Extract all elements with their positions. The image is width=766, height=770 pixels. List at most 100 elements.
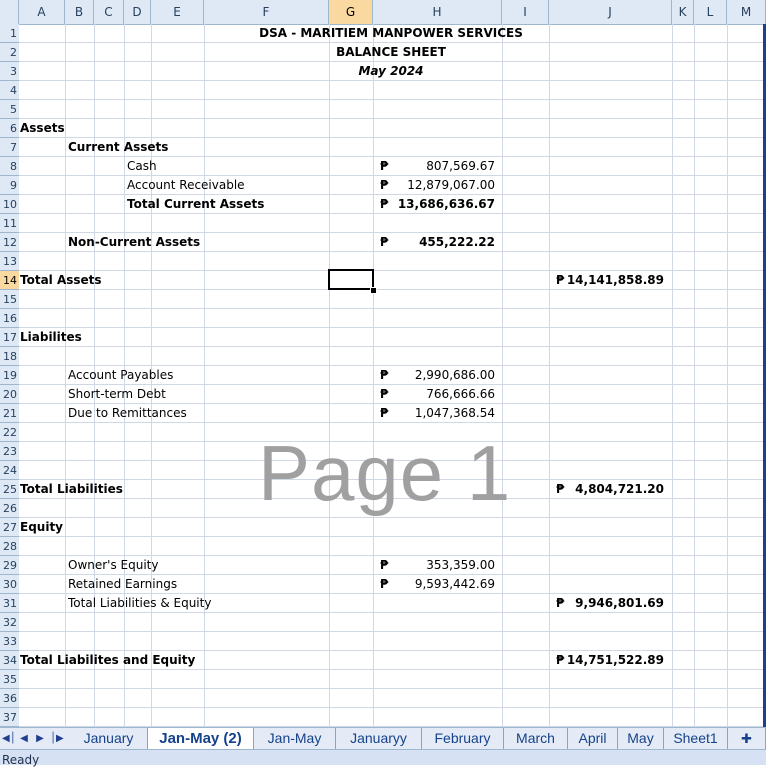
cash-value[interactable]: 807,569.67 [373, 157, 495, 176]
row-header[interactable]: 33 [0, 632, 19, 651]
row-header[interactable]: 25 [0, 480, 19, 499]
next-sheet-icon[interactable]: ▶ [34, 731, 46, 747]
owners-equity-label[interactable]: Owner's Equity [68, 556, 159, 575]
total-assets-label[interactable]: Total Assets [20, 271, 102, 290]
row-header[interactable]: 37 [0, 708, 19, 727]
cash-label[interactable]: Cash [127, 157, 157, 176]
equity-heading[interactable]: Equity [20, 518, 63, 537]
col-header-f[interactable]: F [204, 0, 329, 24]
row-header[interactable]: 28 [0, 537, 19, 556]
grand-total-value[interactable]: 14,751,522.89 [549, 651, 664, 670]
col-header-b[interactable]: B [65, 0, 94, 24]
row-header[interactable]: 22 [0, 423, 19, 442]
col-header-l[interactable]: L [694, 0, 727, 24]
first-sheet-icon[interactable]: ◀│ [2, 731, 16, 747]
col-header-d[interactable]: D [124, 0, 151, 24]
col-header-k[interactable]: K [672, 0, 694, 24]
tab-april[interactable]: April [568, 728, 618, 749]
last-sheet-icon[interactable]: │▶ [50, 731, 64, 747]
total-liabilities-value[interactable]: 4,804,721.20 [549, 480, 664, 499]
select-all-corner[interactable] [0, 0, 19, 24]
tab-january[interactable]: January [70, 728, 148, 749]
row-header[interactable]: 13 [0, 252, 19, 271]
sheet-subtitle[interactable]: BALANCE SHEET [19, 43, 763, 62]
noncurrent-assets-value[interactable]: 455,222.22 [373, 233, 495, 252]
row-header[interactable]: 17 [0, 328, 19, 347]
owners-equity-value[interactable]: 353,359.00 [373, 556, 495, 575]
row-header[interactable]: 1 [0, 24, 19, 43]
col-header-e[interactable]: E [151, 0, 204, 24]
row-header[interactable]: 20 [0, 385, 19, 404]
row-header[interactable]: 3 [0, 62, 19, 81]
fill-handle[interactable] [370, 287, 377, 294]
prev-sheet-icon[interactable]: ◀ [18, 731, 30, 747]
assets-heading[interactable]: Assets [20, 119, 65, 138]
tab-jan-may-2[interactable]: Jan-May (2) [148, 728, 254, 749]
row-header[interactable]: 31 [0, 594, 19, 613]
row-header[interactable]: 30 [0, 575, 19, 594]
row-header[interactable]: 32 [0, 613, 19, 632]
tab-march[interactable]: March [504, 728, 568, 749]
col-header-j[interactable]: J [549, 0, 672, 24]
short-term-debt-value[interactable]: 766,666.66 [373, 385, 495, 404]
row-header[interactable]: 36 [0, 689, 19, 708]
col-header-h[interactable]: H [373, 0, 502, 24]
short-term-debt-label[interactable]: Short-term Debt [68, 385, 166, 404]
total-current-assets-value[interactable]: 13,686,636.67 [373, 195, 495, 214]
due-remittances-value[interactable]: 1,047,368.54 [373, 404, 495, 423]
due-remittances-label[interactable]: Due to Remittances [68, 404, 187, 423]
tab-januaryy[interactable]: Januaryy [336, 728, 422, 749]
account-payables-value[interactable]: 2,990,686.00 [373, 366, 495, 385]
total-liabilities-equity-label[interactable]: Total Liabilities & Equity [68, 594, 211, 613]
tab-may[interactable]: May [618, 728, 664, 749]
row-header[interactable]: 12 [0, 233, 19, 252]
col-header-a[interactable]: A [19, 0, 65, 24]
row-header[interactable]: 14 [0, 271, 19, 290]
row-header[interactable]: 8 [0, 157, 19, 176]
row-header[interactable]: 35 [0, 670, 19, 689]
grand-total-label[interactable]: Total Liabilites and Equity [20, 651, 195, 670]
col-header-g[interactable]: G [329, 0, 373, 24]
insert-sheet-icon[interactable]: ✚ [728, 728, 766, 749]
total-current-assets-label[interactable]: Total Current Assets [127, 195, 264, 214]
retained-earnings-label[interactable]: Retained Earnings [68, 575, 177, 594]
col-header-i[interactable]: I [502, 0, 549, 24]
row-header[interactable]: 11 [0, 214, 19, 233]
row-header[interactable]: 21 [0, 404, 19, 423]
tab-sheet1[interactable]: Sheet1 [664, 728, 728, 749]
col-header-m[interactable]: M [727, 0, 766, 24]
total-liabilities-label[interactable]: Total Liabilities [20, 480, 123, 499]
current-assets-heading[interactable]: Current Assets [68, 138, 168, 157]
row-header[interactable]: 2 [0, 43, 19, 62]
row-header[interactable]: 6 [0, 119, 19, 138]
noncurrent-assets-label[interactable]: Non-Current Assets [68, 233, 200, 252]
row-header[interactable]: 7 [0, 138, 19, 157]
row-header[interactable]: 24 [0, 461, 19, 480]
row-header[interactable]: 9 [0, 176, 19, 195]
row-header[interactable]: 23 [0, 442, 19, 461]
active-cell-selection[interactable] [328, 269, 374, 290]
ar-value[interactable]: 12,879,067.00 [373, 176, 495, 195]
row-header[interactable]: 10 [0, 195, 19, 214]
sheet-period[interactable]: May 2024 [19, 62, 763, 81]
sheet-title[interactable]: DSA - MARITIEM MANPOWER SERVICES [19, 24, 763, 43]
tab-jan-may[interactable]: Jan-May [254, 728, 336, 749]
retained-earnings-value[interactable]: 9,593,442.69 [373, 575, 495, 594]
account-payables-label[interactable]: Account Payables [68, 366, 173, 385]
row-header[interactable]: 26 [0, 499, 19, 518]
row-header[interactable]: 18 [0, 347, 19, 366]
tab-february[interactable]: February [422, 728, 504, 749]
row-header[interactable]: 15 [0, 290, 19, 309]
col-header-c[interactable]: C [94, 0, 124, 24]
liabilities-heading[interactable]: Liabilites [20, 328, 82, 347]
row-header[interactable]: 27 [0, 518, 19, 537]
row-header[interactable]: 5 [0, 100, 19, 119]
row-header[interactable]: 16 [0, 309, 19, 328]
row-header[interactable]: 29 [0, 556, 19, 575]
total-assets-value[interactable]: 14,141,858.89 [549, 271, 664, 290]
row-header[interactable]: 34 [0, 651, 19, 670]
row-header[interactable]: 4 [0, 81, 19, 100]
total-liabilities-equity-value[interactable]: 9,946,801.69 [549, 594, 664, 613]
ar-label[interactable]: Account Receivable [127, 176, 245, 195]
row-header[interactable]: 19 [0, 366, 19, 385]
